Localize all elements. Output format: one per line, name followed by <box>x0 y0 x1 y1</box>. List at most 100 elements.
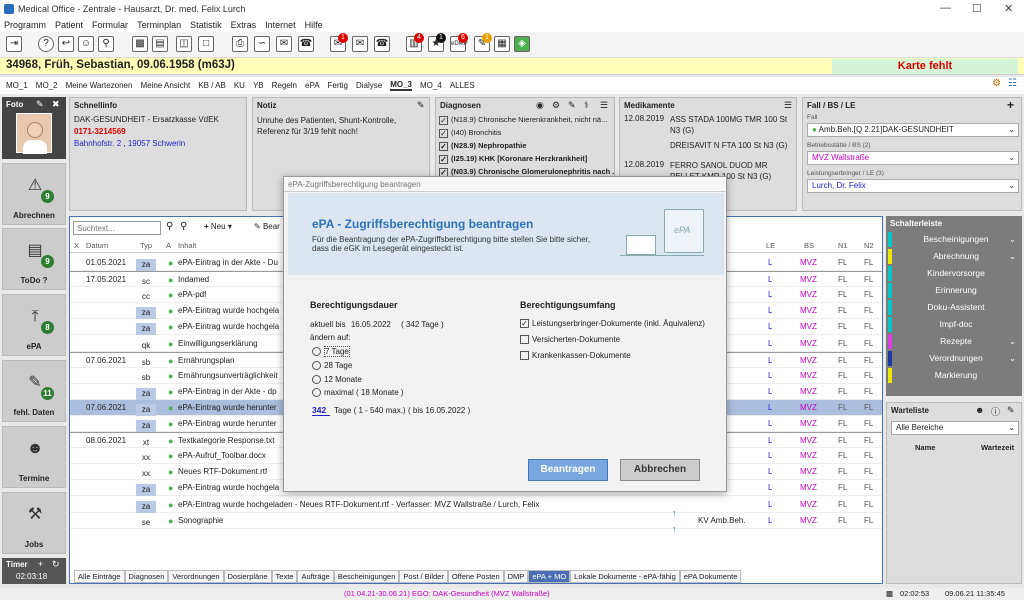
col-datum[interactable]: Datum <box>86 241 108 250</box>
delete-photo-icon[interactable]: ✖ <box>52 99 60 110</box>
col-n2[interactable]: N2 <box>864 241 874 250</box>
bottom-tab[interactable]: Post / Bilder <box>399 570 448 583</box>
nav-jobs[interactable]: ⚒ Jobs <box>2 492 66 554</box>
bottom-tab[interactable]: ePA + MO <box>528 570 571 583</box>
nav-fehl-daten[interactable]: ✎ 11 fehl. Daten <box>2 360 66 422</box>
printer-icon[interactable]: ⎙ <box>232 36 248 52</box>
bottom-tab[interactable]: DMP <box>503 570 529 583</box>
checkbox-checked-icon[interactable]: ✓ <box>439 128 448 138</box>
tab-mo-1[interactable]: MO_1 <box>6 81 28 90</box>
help-icon[interactable]: ? <box>38 36 54 52</box>
tab-yb[interactable]: YB <box>253 81 264 90</box>
diagnosis-item[interactable]: ✓ (N18.9) Chronische Nierenkrankheit, nic… <box>439 113 614 126</box>
karteikarte-icon[interactable]: ▤ <box>152 36 168 52</box>
schalter-verordnungen[interactable]: Verordnungen ⌄ <box>888 351 1020 366</box>
tab-kb-ab[interactable]: KB / AB <box>198 81 226 90</box>
messages-icon[interactable]: ✉ <box>352 36 368 52</box>
calendar-icon[interactable]: ▦ <box>494 36 510 52</box>
option-7-tage[interactable]: 7 Tage <box>312 346 350 357</box>
menu-terminplan[interactable]: Terminplan <box>137 20 181 30</box>
check-leistungserbringer[interactable]: ✓ Leistungserbringer-Dokumente (inkl. Äqu… <box>520 319 705 329</box>
col-n1[interactable]: N1 <box>838 241 848 250</box>
tab-alles[interactable]: ALLES <box>450 81 475 90</box>
schalter-doku-assistent[interactable]: Doku-Assistent <box>888 300 1020 315</box>
maximize-icon[interactable]: ☐ <box>972 2 982 15</box>
presentation-icon[interactable]: ◫ <box>176 36 192 52</box>
col-x[interactable]: X <box>74 241 79 250</box>
le-select[interactable]: Lurch, Dr. Felix ⌄ <box>807 179 1019 193</box>
tab-mo-3[interactable]: MO_3 <box>390 80 413 91</box>
check-versicherten[interactable]: Versicherten-Dokumente <box>520 335 620 345</box>
patient-search-icon[interactable]: ⚲ <box>98 36 114 52</box>
menu-internet[interactable]: Internet <box>265 20 296 30</box>
diagnosis-menu-icon[interactable]: ☰ <box>600 100 608 111</box>
search-input[interactable] <box>73 221 161 235</box>
advanced-search-icon[interactable]: ⚲ <box>180 221 187 232</box>
abbrechen-button[interactable]: Abbrechen <box>620 459 700 481</box>
menu-hilfe[interactable]: Hilfe <box>305 20 323 30</box>
tab-epa[interactable]: ePA <box>305 81 320 90</box>
edit-waitlist-icon[interactable]: ✎ <box>1007 405 1015 416</box>
communication-icon[interactable]: ☎ <box>298 36 314 52</box>
gear-icon[interactable]: ⚙ <box>552 100 560 111</box>
col-name[interactable]: Name <box>915 443 935 452</box>
new-entry-button[interactable]: + Neu ▾ <box>204 222 232 231</box>
med-item-2[interactable]: DREISAVIT N FTA 100 St N3 (G) <box>670 140 794 151</box>
add-fall-icon[interactable]: + <box>1007 98 1014 112</box>
exit-icon[interactable]: ⇥ <box>6 36 22 52</box>
timer-panel[interactable]: Timer + ↻ 02:03:18 <box>2 558 66 584</box>
beantragen-button[interactable]: Beantragen <box>528 459 608 481</box>
col-wartezeit[interactable]: Wartezeit <box>981 443 1014 452</box>
tab-ku[interactable]: KU <box>234 81 245 90</box>
wizard-icon[interactable]: ⚙ <box>992 78 1001 89</box>
schalter-kindervorsorge[interactable]: Kindervorsorge <box>888 266 1020 281</box>
bottom-tab[interactable]: Lokale Dokumente - ePA-fähig <box>570 570 680 583</box>
nav-abrechnen[interactable]: ⚠ 9 Abrechnen <box>2 163 66 225</box>
tab-mo-4[interactable]: MO_4 <box>420 81 442 90</box>
bottom-tab[interactable]: Texte <box>271 570 298 583</box>
epa-icon[interactable]: ◈ <box>514 36 530 52</box>
tab-dialyse[interactable]: Dialyse <box>356 81 382 90</box>
stethoscope-icon[interactable]: ⚕ <box>584 100 589 111</box>
bottom-tab[interactable]: ePA Dokumente <box>679 570 742 583</box>
table-row[interactable]: za ● ePA-Eintrag wurde hochgeladen - Neues… <box>70 497 882 513</box>
bottom-tab[interactable]: Bescheinigungen <box>333 570 400 583</box>
tab-fertig[interactable]: Fertig <box>328 81 348 90</box>
bottom-tab[interactable]: Alle Einträge <box>74 570 125 583</box>
bottom-tab[interactable]: Offene Posten <box>447 570 504 583</box>
fall-select[interactable]: ● Amb.Beh.[Q 2.21]DAK-GESUNDHEIT ⌄ <box>807 123 1019 137</box>
phone-icon[interactable]: ☎ <box>374 36 390 52</box>
schalter-bescheinigungen[interactable]: Bescheinigungen ⌄ <box>888 232 1020 247</box>
checkbox-checked-icon[interactable]: ✓ <box>439 115 448 125</box>
area-filter-select[interactable]: Alle Bereiche ⌄ <box>891 421 1019 435</box>
bottom-tab[interactable]: Diagnosen <box>124 570 169 583</box>
info-icon[interactable]: ⓘ <box>991 405 1000 418</box>
tab-meine-wartezonen[interactable]: Meine Wartezonen <box>66 81 133 90</box>
timer-add-icon[interactable]: + <box>38 559 43 569</box>
menu-patient[interactable]: Patient <box>55 20 83 30</box>
bs-select[interactable]: MVZ Wallstraße ⌄ <box>807 151 1019 165</box>
edit-diagnosis-icon[interactable]: ✎ <box>568 100 576 111</box>
settings-icon[interactable]: ☷ <box>1008 78 1017 89</box>
menu-statistik[interactable]: Statistik <box>190 20 222 30</box>
col-inhalt[interactable]: Inhalt <box>178 241 196 250</box>
option-maximal[interactable]: maximal ( 18 Monate ) <box>312 388 404 398</box>
tab-regeln[interactable]: Regeln <box>272 81 297 90</box>
bottom-tab[interactable]: Aufträge <box>297 570 334 583</box>
diagnosis-item[interactable]: ✓ (N28.9) Nephropathie <box>439 139 614 152</box>
patient-header[interactable]: 34968, Früh, Sebastian, 09.06.1958 (m63J… <box>6 59 235 71</box>
checkbox-checked-icon[interactable]: ✓ <box>439 141 448 151</box>
edit-entry-button[interactable]: ✎ Bear <box>254 222 280 231</box>
bottom-tab[interactable]: Verordnungen <box>168 570 224 583</box>
mail-icon[interactable]: ✉ <box>276 36 292 52</box>
statistics-icon[interactable]: ∽ <box>254 36 270 52</box>
option-28-tage[interactable]: 28 Tage <box>312 361 352 371</box>
col-le[interactable]: LE <box>766 241 775 250</box>
patients-icon[interactable]: ☺ <box>78 36 94 52</box>
medication-menu-icon[interactable]: ☰ <box>784 100 792 111</box>
waiting-person-icon[interactable]: ☻ <box>975 405 984 415</box>
schalter-erinnerung[interactable]: Erinnerung <box>888 283 1020 298</box>
nav-epa[interactable]: ⤒ 8 ePA <box>2 294 66 356</box>
bottom-tab[interactable]: Dosierpläne <box>223 570 272 583</box>
record-icon[interactable]: ◉ <box>536 100 544 111</box>
